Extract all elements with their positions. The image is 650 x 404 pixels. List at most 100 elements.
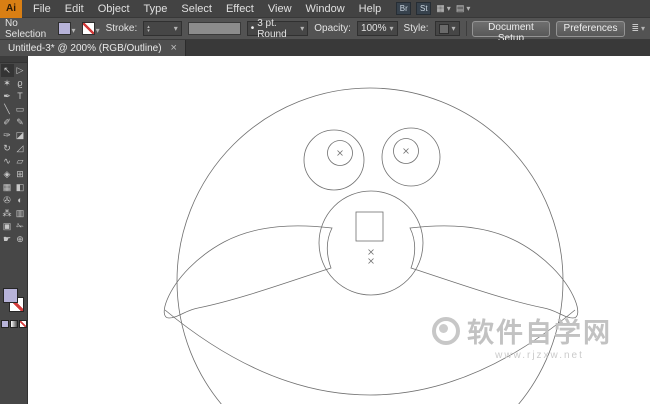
workspace-icon: ▤: [456, 3, 465, 14]
brush-definition-value: 3 pt. Round: [257, 18, 297, 40]
menu-item[interactable]: Help: [352, 0, 389, 18]
symbol-sprayer-tool[interactable]: ⁂: [1, 207, 14, 220]
width-profile-dropdown[interactable]: [188, 22, 241, 35]
mesh-tool[interactable]: ▦: [1, 181, 14, 194]
style-dropdown[interactable]: ▾: [435, 21, 460, 36]
document-tab[interactable]: Untitled-3* @ 200% (RGB/Outline) ×: [0, 40, 186, 56]
fill-color-control[interactable]: ▾: [58, 22, 76, 35]
brush-preview-icon: •: [251, 23, 255, 34]
right-whisker-shape[interactable]: [410, 226, 578, 318]
stepper-icon[interactable]: ▴▾: [147, 25, 150, 33]
close-icon[interactable]: ×: [171, 43, 177, 53]
artboard-tool[interactable]: ▣: [1, 220, 14, 233]
eyedropper-tool[interactable]: ✇: [1, 194, 14, 207]
menu-item[interactable]: File: [26, 0, 58, 18]
menu-item[interactable]: Select: [174, 0, 219, 18]
tools-panel: ↖▷✶ϱ✒T╲▭✐✎✑◪↻◿∿▱◈⊞▦◧✇◐⁂▥▣✁☛⊕: [0, 56, 28, 404]
none-mode-button[interactable]: [19, 320, 27, 328]
type-tool[interactable]: T: [14, 90, 27, 103]
column-graph-tool[interactable]: ▥: [14, 207, 27, 220]
lasso-tool[interactable]: ϱ: [14, 77, 27, 90]
chevron-down-icon: ▾: [447, 4, 451, 13]
menu-item[interactable]: View: [261, 0, 299, 18]
fill-swatch[interactable]: [58, 22, 71, 35]
rectangle-tool[interactable]: ▭: [14, 103, 27, 116]
gradient-mode-button[interactable]: [10, 320, 18, 328]
bridge-icon[interactable]: Br: [396, 2, 411, 15]
fill-stroke-indicator: [0, 288, 27, 314]
workspace-switcher-button[interactable]: ▤ ▾: [456, 3, 471, 14]
selection-status: No Selection: [5, 18, 52, 40]
stock-icon[interactable]: St: [416, 2, 431, 15]
chevron-down-icon: ▾: [466, 4, 470, 13]
slice-tool[interactable]: ✁: [14, 220, 27, 233]
right-eye-outer-circle[interactable]: [382, 128, 440, 186]
left-eye-outer-circle[interactable]: [304, 130, 364, 190]
illustrator-window: Ai FileEditObjectTypeSelectEffectViewWin…: [0, 0, 650, 404]
menu-item[interactable]: Window: [299, 0, 352, 18]
document-tab-title: Untitled-3* @ 200% (RGB/Outline): [8, 43, 162, 54]
line-tool[interactable]: ╲: [1, 103, 14, 116]
chevron-down-icon: ▾: [390, 24, 394, 33]
document-setup-button[interactable]: Document Setup: [472, 21, 549, 37]
blend-tool[interactable]: ◐: [14, 194, 27, 207]
chevron-down-icon: ▾: [96, 26, 100, 35]
direct-selection-tool[interactable]: ▷: [14, 64, 27, 77]
chevron-down-icon: ▾: [174, 24, 178, 33]
control-panel-menu-button[interactable]: ≣ ▾: [631, 23, 645, 34]
arrange-documents-icon: ▦: [436, 3, 445, 14]
stroke-label: Stroke:: [106, 23, 138, 34]
menu-bar: Ai FileEditObjectTypeSelectEffectViewWin…: [0, 0, 650, 18]
divider: [466, 21, 467, 36]
free-transform-tool[interactable]: ▱: [14, 155, 27, 168]
menu-item[interactable]: Object: [91, 0, 137, 18]
canvas[interactable]: 软件自学网 www.rjzxw.net: [28, 56, 650, 404]
shape-builder-tool[interactable]: ◈: [1, 168, 14, 181]
preferences-button[interactable]: Preferences: [556, 21, 626, 37]
menu-item[interactable]: Effect: [219, 0, 261, 18]
perspective-grid-tool[interactable]: ⊞: [14, 168, 27, 181]
menu-list: FileEditObjectTypeSelectEffectViewWindow…: [26, 0, 388, 18]
watermark-title: 软件自学网: [467, 311, 612, 350]
eraser-tool[interactable]: ◪: [14, 129, 27, 142]
selection-tool[interactable]: ↖: [1, 64, 14, 77]
document-tab-bar: Untitled-3* @ 200% (RGB/Outline) ×: [0, 40, 650, 56]
menubar-icons: Br St ▦ ▾ ▤ ▾: [396, 2, 470, 15]
control-bar: No Selection ▾ ▾ Stroke: ▴▾ ▾ • 3 pt. Ro…: [0, 18, 650, 40]
watermark-logo-icon: [432, 317, 460, 345]
stroke-color-control[interactable]: ▾: [82, 22, 100, 35]
watermark-url: www.rjzxw.net: [467, 350, 612, 361]
scale-tool[interactable]: ◿: [14, 142, 27, 155]
left-whisker-shape[interactable]: [164, 226, 332, 318]
brush-definition-dropdown[interactable]: • 3 pt. Round ▾: [247, 21, 309, 36]
magic-wand-tool[interactable]: ✶: [1, 77, 14, 90]
style-swatch: [439, 24, 449, 34]
nose-square[interactable]: [356, 212, 383, 241]
pencil-tool[interactable]: ✎: [14, 116, 27, 129]
menu-item[interactable]: Edit: [58, 0, 91, 18]
paintbrush-tool[interactable]: ✐: [1, 116, 14, 129]
chevron-down-icon: ▾: [300, 24, 304, 33]
gradient-tool[interactable]: ◧: [14, 181, 27, 194]
left-eye-anchor-cross: [338, 151, 343, 156]
opacity-label: Opacity:: [314, 23, 351, 34]
muzzle-circle[interactable]: [319, 191, 423, 295]
blob-brush-tool[interactable]: ✑: [1, 129, 14, 142]
arrange-documents-button[interactable]: ▦ ▾: [436, 3, 451, 14]
stroke-swatch[interactable]: [82, 22, 95, 35]
pen-tool[interactable]: ✒: [1, 90, 14, 103]
width-tool[interactable]: ∿: [1, 155, 14, 168]
opacity-dropdown[interactable]: 100% ▾: [357, 21, 398, 36]
hand-tool[interactable]: ☛: [1, 233, 14, 246]
rotate-tool[interactable]: ↻: [1, 142, 14, 155]
zoom-tool[interactable]: ⊕: [14, 233, 27, 246]
menu-item[interactable]: Type: [137, 0, 175, 18]
color-mode-button[interactable]: [1, 320, 9, 328]
paint-mode-buttons: [0, 320, 27, 328]
panel-header-strip[interactable]: [0, 56, 27, 63]
fill-color-swatch[interactable]: [3, 288, 18, 303]
chevron-down-icon: ▾: [72, 26, 76, 35]
right-eye-anchor-cross: [404, 149, 409, 154]
stroke-weight-combo[interactable]: ▴▾ ▾: [143, 21, 182, 36]
app-logo[interactable]: Ai: [0, 0, 22, 18]
